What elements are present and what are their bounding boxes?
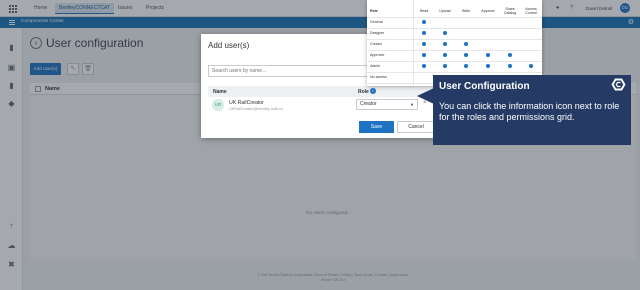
- grid-divider: [367, 61, 542, 62]
- permission-dot: [486, 53, 490, 57]
- callout-title: User Configuration: [439, 81, 530, 92]
- grid-column-header: Share Catalog: [503, 7, 517, 15]
- grid-divider: [367, 50, 542, 51]
- role-dropdown-value: Creator: [360, 101, 377, 107]
- grid-column-header: Access Control: [525, 7, 537, 15]
- permission-dot: [443, 64, 447, 68]
- grid-divider: [367, 28, 542, 29]
- grid-role-label: Approver: [370, 53, 385, 57]
- grid-divider: [367, 39, 542, 40]
- permission-dot: [464, 42, 468, 46]
- permission-dot: [464, 53, 468, 57]
- role-dropdown[interactable]: Creator ▼: [356, 99, 418, 110]
- tutorial-callout: User Configuration You can click the inf…: [433, 75, 631, 145]
- save-button[interactable]: Save: [359, 121, 394, 133]
- grid-column-header: Approve: [481, 9, 495, 13]
- grid-role-label: Designer: [370, 31, 385, 35]
- dialog-column-role: Role: [358, 89, 369, 95]
- permission-dot: [422, 20, 426, 24]
- grid-role-label: No access: [370, 75, 387, 79]
- callout-pointer: [417, 88, 434, 104]
- avatar: UR: [212, 99, 224, 111]
- dialog-column-name: Name: [213, 89, 227, 95]
- permission-dot: [486, 64, 490, 68]
- logo-icon: [611, 78, 626, 91]
- permission-dot: [529, 64, 533, 68]
- permission-dot: [443, 42, 447, 46]
- permission-dot: [422, 64, 426, 68]
- grid-column-header: Write: [461, 9, 471, 13]
- grid-divider: [367, 17, 542, 18]
- cancel-button[interactable]: Cancel: [397, 121, 435, 133]
- callout-body: You can click the information icon next …: [439, 101, 620, 122]
- roles-permissions-grid: Role Read Upload Write Approve Share Catalog…: [367, 0, 542, 86]
- permission-dot: [443, 53, 447, 57]
- grid-divider: [413, 0, 414, 86]
- grid-role-label: Admin: [370, 64, 381, 68]
- permission-dot: [508, 64, 512, 68]
- dialog-title: Add user(s): [208, 41, 250, 50]
- permission-dot: [422, 42, 426, 46]
- grid-role-label: General: [370, 20, 383, 24]
- permission-dot: [422, 31, 426, 35]
- permission-dot: [508, 53, 512, 57]
- permission-dot: [464, 64, 468, 68]
- role-info-icon[interactable]: i: [370, 88, 376, 94]
- grid-column-header: Read: [419, 9, 429, 13]
- permission-dot: [422, 53, 426, 57]
- selected-user-email: UKRailCreator@bentley-mdk.co: [229, 107, 284, 111]
- grid-divider: [367, 72, 542, 73]
- grid-column-header: Upload: [439, 9, 451, 13]
- grid-role-label: Creator: [370, 42, 382, 46]
- permission-dot: [443, 31, 447, 35]
- selected-user-name: UK RailCreator: [229, 100, 264, 106]
- chevron-down-icon: ▼: [410, 102, 414, 107]
- dialog-table-header: Name Role i: [208, 86, 434, 97]
- grid-header-role: Role: [370, 9, 378, 13]
